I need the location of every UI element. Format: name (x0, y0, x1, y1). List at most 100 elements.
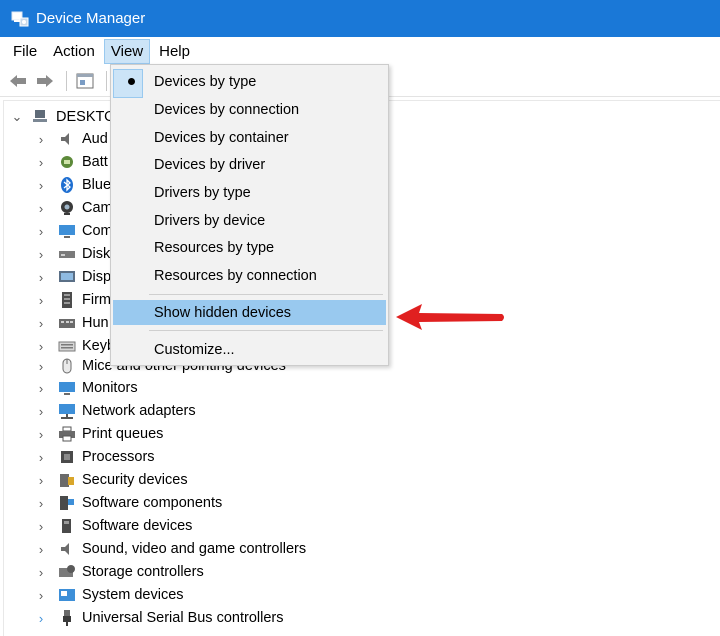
chevron-right-icon[interactable]: › (34, 473, 48, 488)
menu-item-drivers-by-device[interactable]: Drivers by device (113, 208, 386, 233)
forward-arrow-icon[interactable] (33, 70, 57, 92)
menu-item-show-hidden-devices[interactable]: Show hidden devices (113, 300, 386, 325)
tree-item-firmware[interactable]: › Firm (4, 289, 111, 311)
menu-item-label: Customize... (154, 341, 235, 358)
tree-item-label: Batt (82, 154, 108, 170)
tree-item-sound[interactable]: › Sound, video and game controllers (4, 538, 306, 560)
back-arrow-icon[interactable] (6, 70, 30, 92)
tree-item-label: Processors (82, 449, 155, 465)
chevron-right-icon[interactable]: › (34, 178, 48, 193)
tree-item-display[interactable]: › Disp (4, 266, 111, 288)
chevron-right-icon[interactable]: › (34, 247, 48, 262)
tree-item-label: Firm (82, 292, 111, 308)
menu-item-resources-by-connection[interactable]: Resources by connection (113, 263, 386, 288)
red-arrow-annotation (396, 304, 504, 330)
tree-item-label: Universal Serial Bus controllers (82, 610, 284, 626)
menu-item-label: Drivers by type (154, 184, 251, 201)
chevron-right-icon[interactable]: › (34, 270, 48, 285)
menu-item-label: Drivers by device (154, 212, 266, 229)
menu-item-label: Devices by driver (154, 156, 266, 173)
tree-item-label: Network adapters (82, 403, 196, 419)
tree-item-print-queues[interactable]: › Print queues (4, 423, 164, 445)
tree-root[interactable]: ⌄ DESKTO (4, 106, 116, 128)
tree-item-software-components[interactable]: › Software components (4, 492, 222, 514)
tree-item-security[interactable]: › Security devices (4, 469, 188, 491)
display-adapter-icon (58, 268, 76, 286)
bluetooth-icon (58, 176, 76, 194)
tree-item-keyboards[interactable]: › Keyb (4, 335, 115, 357)
chevron-right-icon[interactable]: › (34, 339, 48, 354)
tree-item-label: Blue (82, 177, 112, 193)
tree-item-batteries[interactable]: › Batt (4, 151, 108, 173)
menu-item-customize[interactable]: Customize... (113, 337, 386, 362)
tree-item-storage[interactable]: › Storage controllers (4, 561, 204, 583)
tree-item-label: Aud (82, 131, 108, 147)
tree-item-bluetooth[interactable]: › Blue (4, 174, 111, 196)
tree-item-label: System devices (82, 587, 184, 603)
chevron-right-icon[interactable]: › (34, 588, 48, 603)
menu-bar: File Action View Help (0, 37, 720, 65)
tree-item-label: Hun (82, 315, 109, 331)
menu-item-drivers-by-type[interactable]: Drivers by type (113, 180, 386, 205)
tree-item-network[interactable]: › Network adapters (4, 400, 196, 422)
menu-item-devices-by-connection[interactable]: Devices by connection (113, 97, 386, 122)
chevron-right-icon[interactable]: › (34, 404, 48, 419)
window-title: Device Manager (36, 10, 146, 27)
tree-item-usb[interactable]: › Universal Serial Bus controllers (4, 607, 283, 629)
chevron-right-icon[interactable]: › (34, 611, 48, 626)
tree-item-system[interactable]: › System devices (4, 584, 184, 606)
tree-item-disk[interactable]: › Disk (4, 243, 110, 265)
chevron-right-icon[interactable]: › (34, 450, 48, 465)
chevron-right-icon[interactable]: › (34, 565, 48, 580)
camera-icon (58, 199, 76, 217)
human-interface-icon (58, 314, 76, 332)
chevron-down-icon[interactable]: ⌄ (10, 109, 24, 125)
tree-item-software-devices[interactable]: › Software devices (4, 515, 193, 537)
menu-item-resources-by-type[interactable]: Resources by type (113, 235, 386, 260)
tree-item-label: Storage controllers (82, 564, 204, 580)
menu-item-devices-by-type[interactable]: Devices by type (113, 69, 386, 94)
tree-item-hid[interactable]: › Hun (4, 312, 109, 334)
mouse-icon (58, 357, 76, 375)
chevron-right-icon[interactable]: › (34, 293, 48, 308)
chevron-right-icon[interactable]: › (34, 224, 48, 239)
tree-item-label: Disk (82, 246, 111, 262)
computer-icon (32, 108, 50, 126)
tree-item-label: Cam (82, 200, 113, 216)
chevron-right-icon[interactable]: › (34, 359, 48, 374)
chevron-right-icon[interactable]: › (34, 542, 48, 557)
tree-item-label: Software devices (82, 518, 193, 534)
tree-item-computer[interactable]: › Com (4, 220, 113, 242)
disk-drive-icon (58, 245, 76, 263)
menu-item-devices-by-driver[interactable]: Devices by driver (113, 152, 386, 177)
menu-help[interactable]: Help (152, 39, 197, 64)
chevron-right-icon[interactable]: › (34, 201, 48, 216)
monitor-icon (58, 379, 76, 397)
properties-icon[interactable] (73, 70, 97, 92)
tree-item-label: Disp (82, 269, 112, 285)
chevron-right-icon[interactable]: › (34, 519, 48, 534)
tree-item-cameras[interactable]: › Cam (4, 197, 113, 219)
menu-item-devices-by-container[interactable]: Devices by container (113, 125, 386, 150)
chevron-right-icon[interactable]: › (34, 316, 48, 331)
chevron-right-icon[interactable]: › (34, 496, 48, 511)
menu-item-label: Devices by container (154, 129, 289, 146)
menu-action[interactable]: Action (46, 39, 102, 64)
tree-item-audio[interactable]: › Aud (4, 128, 108, 150)
speaker-icon (58, 130, 76, 148)
menu-item-label: Resources by type (154, 239, 275, 256)
chevron-right-icon[interactable]: › (34, 427, 48, 442)
storage-controller-icon (58, 563, 76, 581)
menu-file[interactable]: File (6, 39, 44, 64)
menu-view[interactable]: View (103, 38, 151, 64)
network-adapter-icon (58, 402, 76, 420)
toolbar-separator (66, 70, 67, 91)
battery-icon (58, 153, 76, 171)
chevron-right-icon[interactable]: › (34, 381, 48, 396)
chevron-right-icon[interactable]: › (34, 132, 48, 147)
menu-separator (149, 330, 383, 331)
tree-item-processors[interactable]: › Processors (4, 446, 155, 468)
processor-icon (58, 448, 76, 466)
tree-item-monitors[interactable]: › Monitors (4, 377, 138, 399)
chevron-right-icon[interactable]: › (34, 155, 48, 170)
